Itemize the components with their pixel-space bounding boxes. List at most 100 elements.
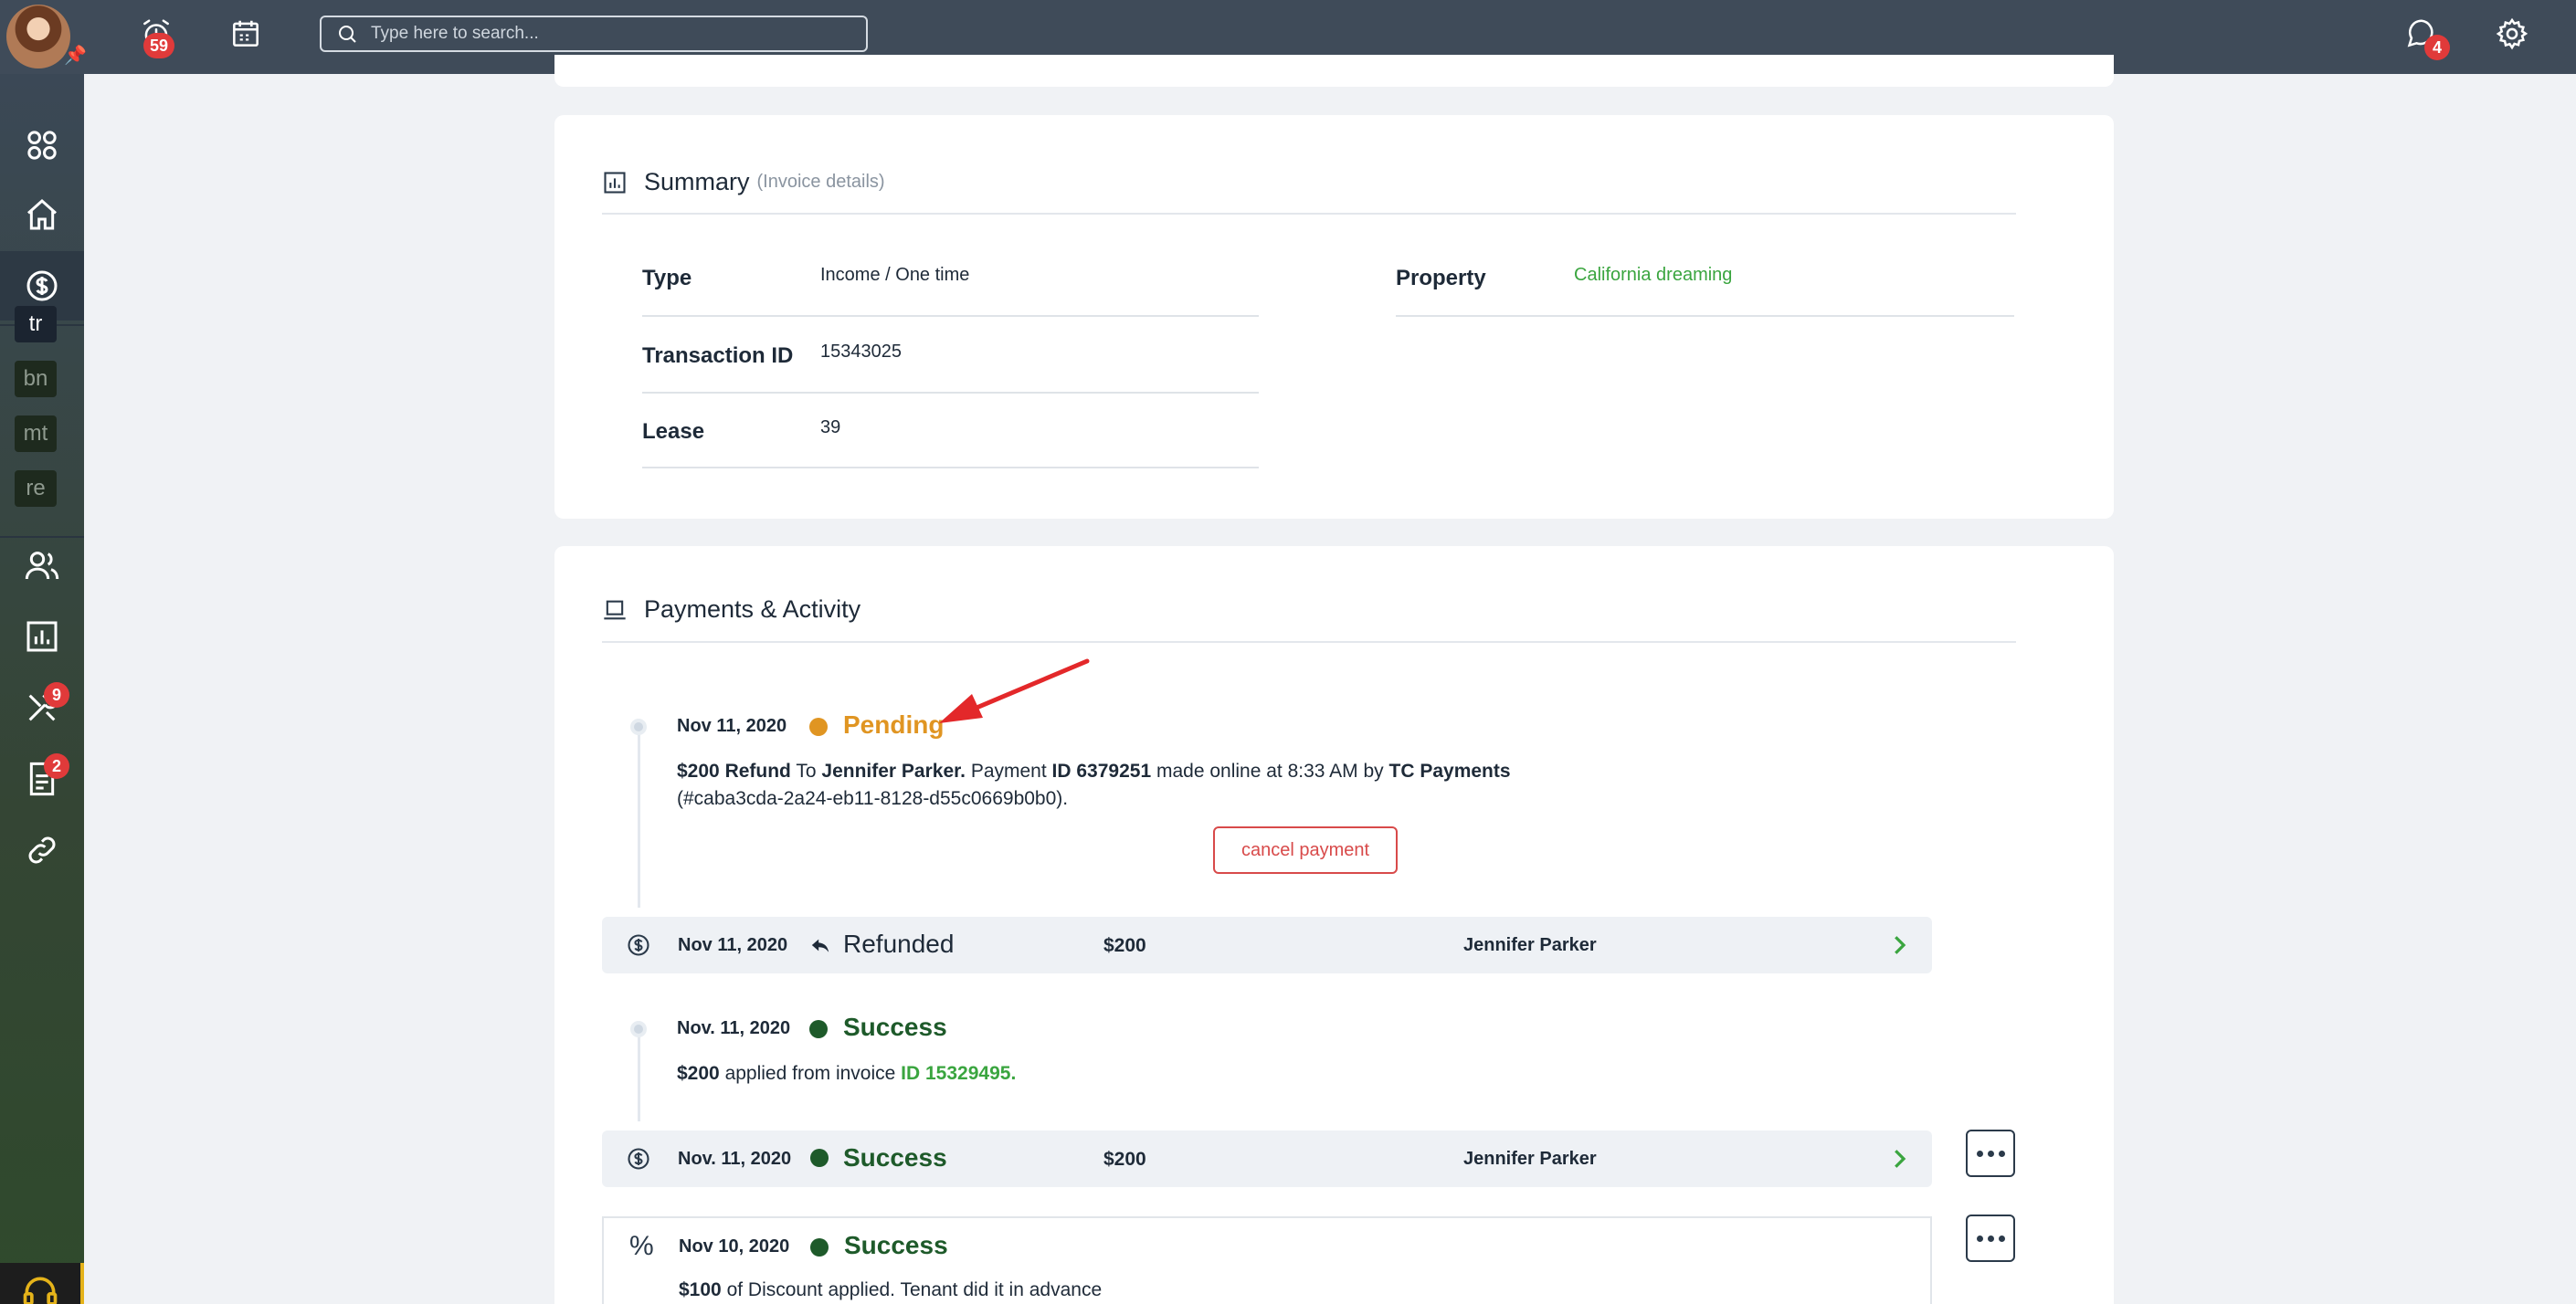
previous-card (554, 55, 2114, 87)
alerts-badge: 59 (143, 33, 175, 58)
applied-status: Success (843, 1013, 947, 1041)
refunded-row[interactable]: Nov 11, 2020 Refunded $200 Jennifer Park… (602, 917, 1932, 973)
chart-icon (604, 171, 626, 194)
dot (1998, 1150, 2005, 1157)
success-status: Success (843, 1143, 947, 1172)
headset-icon (23, 1277, 58, 1304)
payment-id: ID 6379251 (1051, 761, 1152, 782)
sidebar: tr bn mt re 9 2 (0, 74, 84, 1304)
summary-header: Summary (Invoice details) (602, 168, 885, 196)
success-person: Jennifer Parker (1463, 1149, 1597, 1169)
made-text: made online at 8:33 AM by (1156, 761, 1384, 782)
transaction-id-label: Transaction ID (642, 343, 794, 368)
sidebar-item-links[interactable] (0, 815, 84, 885)
support-button[interactable] (0, 1263, 84, 1304)
lease-value: 39 (820, 417, 841, 437)
chevron-right-icon[interactable] (1885, 1145, 1913, 1173)
search-box[interactable] (320, 16, 868, 52)
row-divider (642, 392, 1259, 394)
pending-date: Nov 11, 2020 (677, 716, 787, 736)
payments-title: Payments & Activity (644, 595, 861, 623)
calendar-icon[interactable] (225, 13, 267, 55)
gear-icon[interactable] (2491, 13, 2533, 55)
sidebar-item-people[interactable] (0, 531, 84, 600)
applied-text: applied from invoice (724, 1063, 896, 1084)
shortcut-re[interactable]: re (15, 470, 57, 507)
shortcut-tr[interactable]: tr (15, 306, 57, 342)
search-input[interactable] (371, 24, 866, 44)
payments-divider (602, 641, 2016, 643)
payment-processor: TC Payments (1388, 761, 1511, 782)
refund-kind: Refund (724, 761, 791, 782)
refund-amount: $200 (677, 761, 720, 782)
users-icon (25, 552, 59, 580)
documents-badge: 2 (44, 753, 69, 779)
cancel-payment-button[interactable]: cancel payment (1213, 826, 1398, 874)
applied-amount: $200 (677, 1063, 720, 1084)
sidebar-item-documents[interactable] (0, 744, 84, 814)
property-label: Property (1396, 266, 1486, 290)
dollar-circle-icon (628, 1148, 649, 1170)
chevron-right-icon[interactable] (1885, 931, 1913, 959)
timeline-dot (630, 719, 647, 735)
search-icon (339, 26, 356, 43)
payments-header: Payments & Activity (602, 595, 860, 624)
annotation-arrow-icon (939, 658, 1090, 723)
dot (1987, 1235, 1994, 1242)
discount-amount: $100 (679, 1279, 722, 1300)
sidebar-item-home[interactable] (0, 180, 84, 249)
property-link[interactable]: California dreaming (1574, 265, 1732, 286)
link-icon (28, 836, 56, 864)
check-circle-icon (810, 1149, 829, 1167)
discount-entry: % Nov 10, 2020 Success $100 of Discount … (602, 1216, 1932, 1304)
summary-card: Summary (Invoice details) Type Income / … (554, 115, 2114, 519)
laptop-icon (604, 600, 626, 619)
payments-card: Payments & Activity Nov 11, 2020 Pending… (554, 546, 2114, 1304)
dot (1976, 1150, 1983, 1157)
dollar-circle-icon (26, 270, 58, 301)
clock-icon (809, 718, 828, 736)
discount-date: Nov 10, 2020 (679, 1236, 790, 1257)
home-icon (27, 198, 57, 230)
pin-icon[interactable]: 📌 (64, 46, 87, 66)
invoice-link[interactable]: ID 15329495. (901, 1063, 1016, 1084)
pending-status: Pending (843, 710, 945, 739)
summary-divider (602, 213, 2016, 215)
refunded-person: Jennifer Parker (1463, 935, 1597, 955)
applied-description: $200 applied from invoice ID 15329495. (677, 1060, 1016, 1088)
success-date: Nov. 11, 2020 (678, 1149, 792, 1169)
transaction-id-value: 15343025 (820, 342, 902, 362)
refunded-status: Refunded (843, 930, 955, 958)
discount-text: of Discount applied. Tenant did it in ad… (726, 1279, 1103, 1300)
to-word: To (796, 761, 817, 782)
sidebar-item-maintenance[interactable] (0, 673, 84, 742)
dot (1998, 1235, 2005, 1242)
success-row[interactable]: Nov. 11, 2020 Success $200 Jennifer Park… (602, 1130, 1932, 1187)
payment-word: Payment (970, 761, 1047, 782)
sidebar-item-reports[interactable] (0, 602, 84, 671)
type-value: Income / One time (820, 265, 970, 285)
refunded-date: Nov 11, 2020 (678, 935, 788, 955)
summary-subtitle: (Invoice details) (756, 172, 885, 192)
refunded-amount: $200 (1103, 935, 1146, 956)
sidebar-item-apps[interactable] (0, 110, 84, 180)
discount-description: $100 of Discount applied. Tenant did it … (679, 1277, 1102, 1304)
timeline-line (638, 1030, 640, 1121)
more-options-button[interactable] (1966, 1130, 2015, 1177)
refund-person: Jennifer Parker. (821, 761, 966, 782)
more-options-button[interactable] (1966, 1215, 2015, 1262)
discount-status: Success (844, 1231, 948, 1259)
applied-date: Nov. 11, 2020 (677, 1018, 791, 1038)
check-circle-icon (809, 1020, 828, 1038)
summary-title: Summary (644, 168, 750, 195)
maintenance-badge: 9 (44, 682, 69, 708)
success-amount: $200 (1103, 1149, 1146, 1170)
lease-label: Lease (642, 419, 705, 444)
shortcut-mt[interactable]: mt (15, 415, 57, 452)
payment-reference: (#caba3cda-2a24-eb11-8128-d55c0669b0b0). (677, 788, 1069, 809)
messages-badge: 4 (2424, 35, 2450, 60)
user-avatar[interactable] (6, 5, 70, 68)
shortcut-bn[interactable]: bn (15, 361, 57, 397)
dot (1987, 1150, 1994, 1157)
timeline-line (638, 725, 640, 908)
